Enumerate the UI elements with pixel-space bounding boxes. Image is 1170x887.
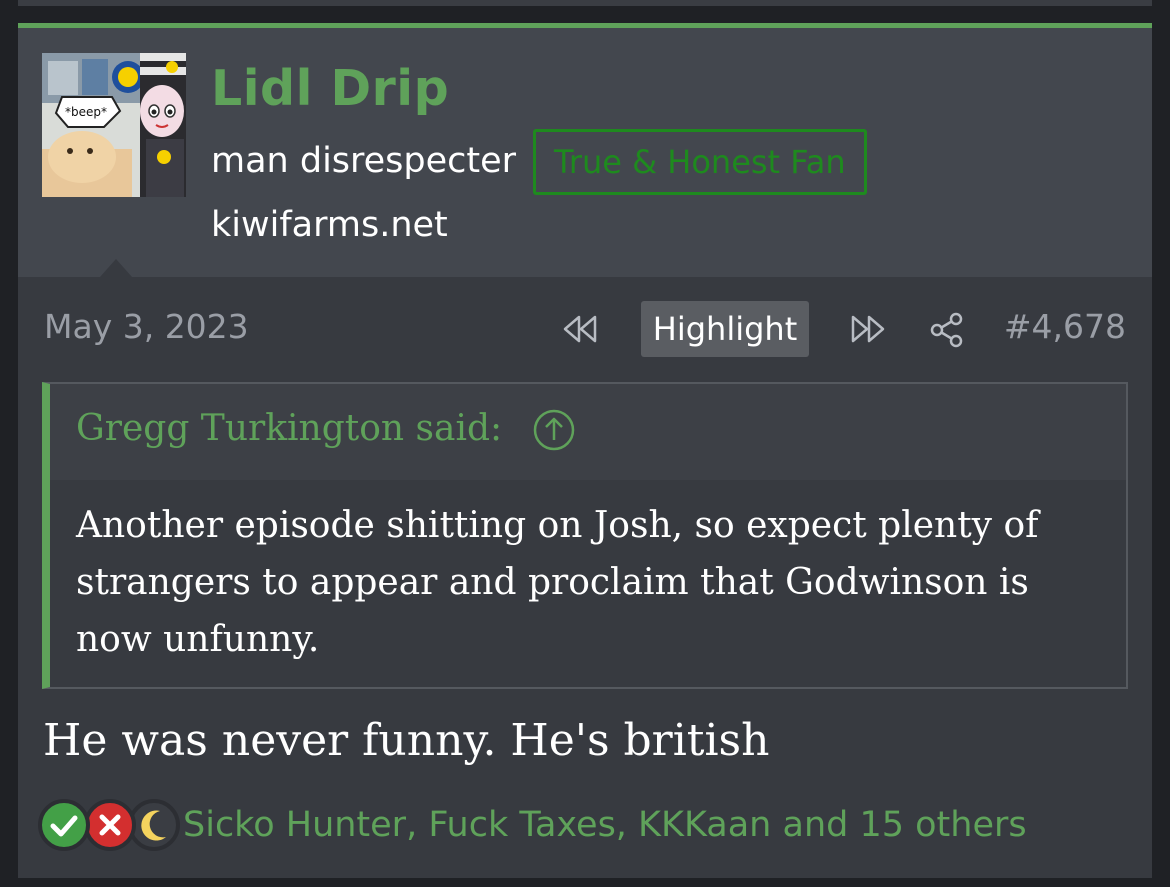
avatar-speech-text: *beep* bbox=[65, 105, 107, 119]
highlight-button[interactable]: Highlight bbox=[641, 301, 809, 357]
cross-icon[interactable] bbox=[84, 799, 136, 851]
quote-author[interactable]: Gregg Turkington said: bbox=[76, 408, 502, 449]
post-message: He was never funny. He's british bbox=[43, 715, 770, 766]
userbar-pointer bbox=[100, 259, 132, 277]
jump-to-quote-icon[interactable] bbox=[532, 408, 576, 456]
quote-body: Another episode shitting on Josh, so exp… bbox=[76, 505, 1039, 660]
user-info-bar: *beep* Lidl Drip man disrespecter True &… bbox=[18, 28, 1152, 277]
check-icon[interactable] bbox=[38, 799, 90, 851]
username[interactable]: Lidl Drip bbox=[211, 60, 449, 117]
post-number[interactable]: #4,678 bbox=[1004, 307, 1126, 346]
reactions-bar: Sicko Hunter, Fuck Taxes, KKKaan and 15 … bbox=[38, 795, 1138, 855]
previous-post-edge bbox=[18, 0, 1152, 6]
avatar[interactable]: *beep* bbox=[42, 53, 186, 197]
forum-post: *beep* Lidl Drip man disrespecter True &… bbox=[18, 23, 1152, 878]
next-post-icon[interactable] bbox=[847, 311, 889, 351]
previous-post-icon[interactable] bbox=[559, 311, 601, 351]
user-site: kiwifarms.net bbox=[211, 205, 448, 245]
post-actions: Highlight #4,678 bbox=[18, 301, 1152, 361]
user-banner-badge: True & Honest Fan bbox=[533, 129, 867, 195]
user-title: man disrespecter bbox=[211, 141, 517, 181]
quote-block: Gregg Turkington said: Another episode s… bbox=[42, 382, 1128, 689]
share-icon[interactable] bbox=[928, 311, 966, 353]
quote-header: Gregg Turkington said: bbox=[50, 384, 1126, 480]
reaction-users-link[interactable]: Sicko Hunter, Fuck Taxes, KKKaan and 15 … bbox=[183, 805, 1027, 845]
